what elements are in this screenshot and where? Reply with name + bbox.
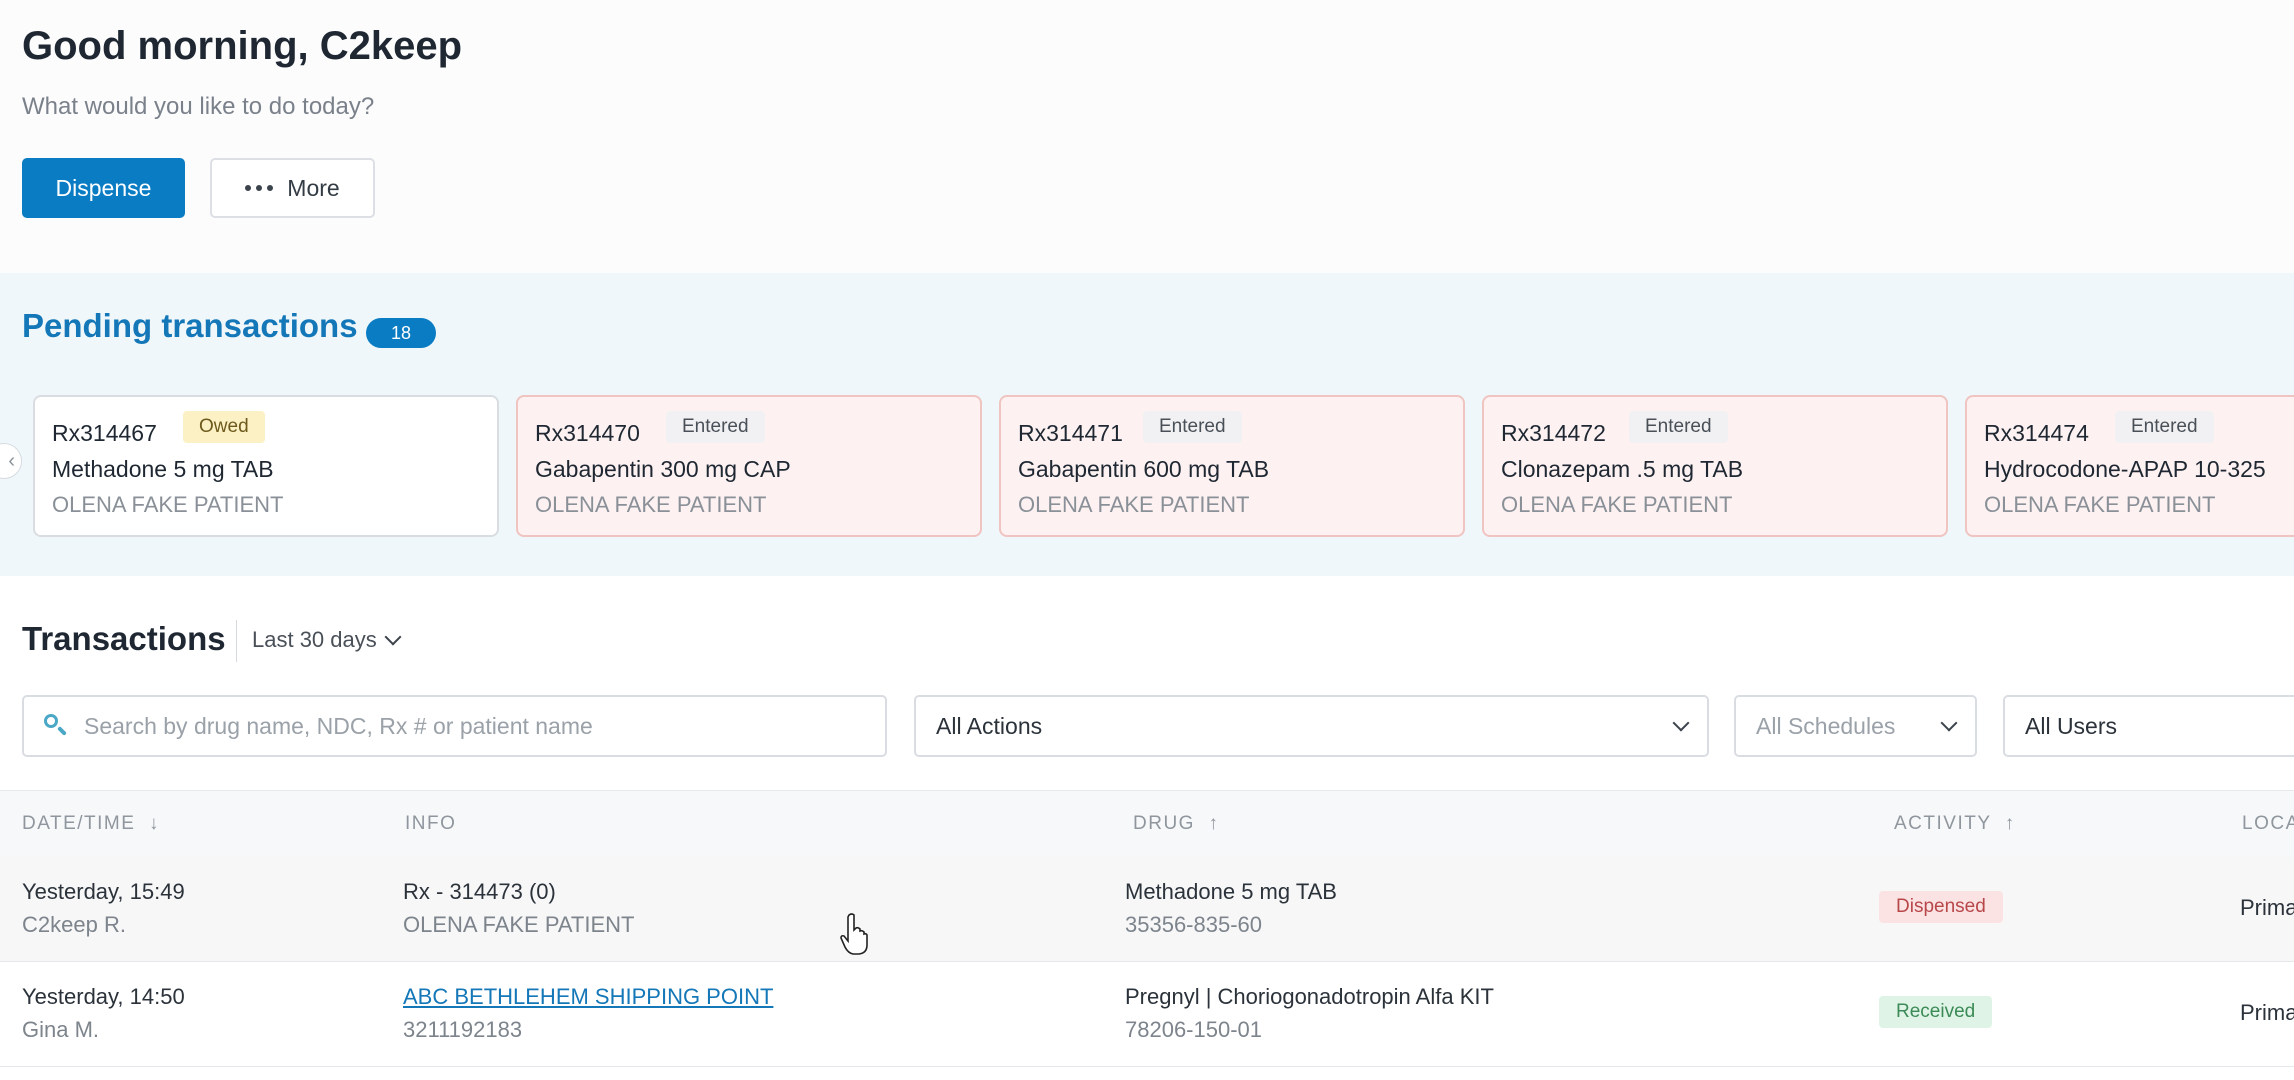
column-location: LOCA (2242, 813, 2294, 834)
column-info: INFO (405, 813, 457, 834)
actions-select[interactable]: All Actions (914, 695, 1709, 757)
transactions-title: Transactions (22, 620, 226, 657)
card-drug: Clonazepam .5 mg TAB (1501, 456, 1744, 482)
row-date: Yesterday, 15:49 (22, 879, 185, 904)
row-ndc: 78206-150-01 (1125, 1017, 1263, 1042)
pending-title: Pending transactions (22, 307, 358, 344)
more-dots-icon (245, 185, 274, 191)
search-icon (44, 714, 68, 738)
status-badge: Dispensed (1879, 891, 2003, 923)
card-patient: OLENA FAKE PATIENT (1984, 492, 2216, 517)
hand-cursor-icon (840, 913, 868, 955)
row-location: Prima (2240, 895, 2294, 920)
table-row[interactable]: Yesterday, 15:49 C2keep R. Rx - 314473 (… (0, 857, 2294, 962)
card-status-badge: Owed (183, 411, 265, 443)
date-range-label: Last 30 days (252, 627, 377, 652)
row-info-sub: OLENA FAKE PATIENT (403, 912, 635, 937)
more-button[interactable]: More (210, 158, 375, 218)
status-badge: Received (1879, 996, 1993, 1028)
card-patient: OLENA FAKE PATIENT (535, 492, 767, 517)
chevron-down-icon (1940, 714, 1958, 732)
column-drug[interactable]: DRUG ↑ (1133, 813, 1220, 835)
row-user: Gina M. (22, 1017, 100, 1042)
card-drug: Gabapentin 300 mg CAP (535, 456, 791, 482)
schedules-select[interactable]: All Schedules (1734, 695, 1977, 757)
card-rx: Rx314471 (1018, 420, 1123, 446)
row-date: Yesterday, 14:50 (22, 984, 185, 1009)
card-patient: OLENA FAKE PATIENT (1501, 492, 1733, 517)
pending-card[interactable]: Rx314472 Entered Clonazepam .5 mg TAB OL… (1482, 395, 1948, 537)
pending-count-badge: 18 (366, 318, 436, 348)
pending-card[interactable]: Rx314471 Entered Gabapentin 600 mg TAB O… (999, 395, 1465, 537)
row-info-sub: 3211192183 (403, 1017, 523, 1042)
pending-card[interactable]: Rx314474 Entered Hydrocodone-APAP 10-325… (1965, 395, 2294, 537)
card-rx: Rx314472 (1501, 420, 1606, 446)
more-button-label: More (287, 174, 340, 201)
header: Good morning, C2keep What would you like… (0, 0, 2294, 273)
search-placeholder: Search by drug name, NDC, Rx # or patien… (84, 712, 593, 739)
chevron-down-icon (384, 628, 402, 646)
users-select-value: All Users (2025, 712, 2118, 739)
chevron-down-icon (1672, 714, 1690, 732)
card-patient: OLENA FAKE PATIENT (1018, 492, 1250, 517)
card-drug: Methadone 5 mg TAB (52, 456, 274, 482)
card-status-badge: Entered (2115, 411, 2214, 443)
row-info-link[interactable]: ABC BETHLEHEM SHIPPING POINT (403, 984, 773, 1010)
greeting-subtitle: What would you like to do today? (22, 93, 375, 120)
card-status-badge: Entered (666, 411, 765, 443)
row-drug: Pregnyl | Choriogonadotropin Alfa KIT (1125, 984, 1494, 1009)
row-info: Rx - 314473 (0) (403, 879, 556, 904)
card-rx: Rx314470 (535, 420, 640, 446)
row-location: Prima (2240, 1000, 2294, 1025)
card-drug: Gabapentin 600 mg TAB (1018, 456, 1270, 482)
title-divider (236, 620, 237, 662)
greeting-title: Good morning, C2keep (22, 24, 463, 68)
search-input[interactable]: Search by drug name, NDC, Rx # or patien… (22, 695, 887, 757)
card-status-badge: Entered (1629, 411, 1728, 443)
row-user: C2keep R. (22, 912, 126, 937)
card-patient: OLENA FAKE PATIENT (52, 492, 284, 517)
pending-transactions-section: Pending transactions 18 ‹ Rx314467 Owed … (0, 273, 2294, 576)
scroll-left-icon[interactable]: ‹ (0, 443, 22, 479)
table-header: DATE/TIME ↓ INFO DRUG ↑ ACTIVITY ↑ LOCA (0, 790, 2294, 858)
actions-select-value: All Actions (936, 712, 1043, 739)
card-rx: Rx314474 (1984, 420, 2089, 446)
column-activity[interactable]: ACTIVITY ↑ (1894, 813, 2016, 835)
pending-card[interactable]: Rx314470 Entered Gabapentin 300 mg CAP O… (516, 395, 982, 537)
dispense-button[interactable]: Dispense (22, 158, 185, 218)
users-select[interactable]: All Users (2003, 695, 2294, 757)
date-range-dropdown[interactable]: Last 30 days (252, 627, 402, 653)
row-drug: Methadone 5 mg TAB (1125, 879, 1337, 904)
schedules-select-value: All Schedules (1756, 712, 1896, 739)
card-drug: Hydrocodone-APAP 10-325 (1984, 456, 2266, 482)
table-row[interactable]: Yesterday, 14:50 Gina M. ABC BETHLEHEM S… (0, 962, 2294, 1067)
card-status-badge: Entered (1143, 411, 1242, 443)
card-rx: Rx314467 (52, 420, 157, 446)
pending-card[interactable]: Rx314467 Owed Methadone 5 mg TAB OLENA F… (33, 395, 499, 537)
row-ndc: 35356-835-60 (1125, 912, 1263, 937)
column-datetime[interactable]: DATE/TIME ↓ (22, 813, 160, 835)
